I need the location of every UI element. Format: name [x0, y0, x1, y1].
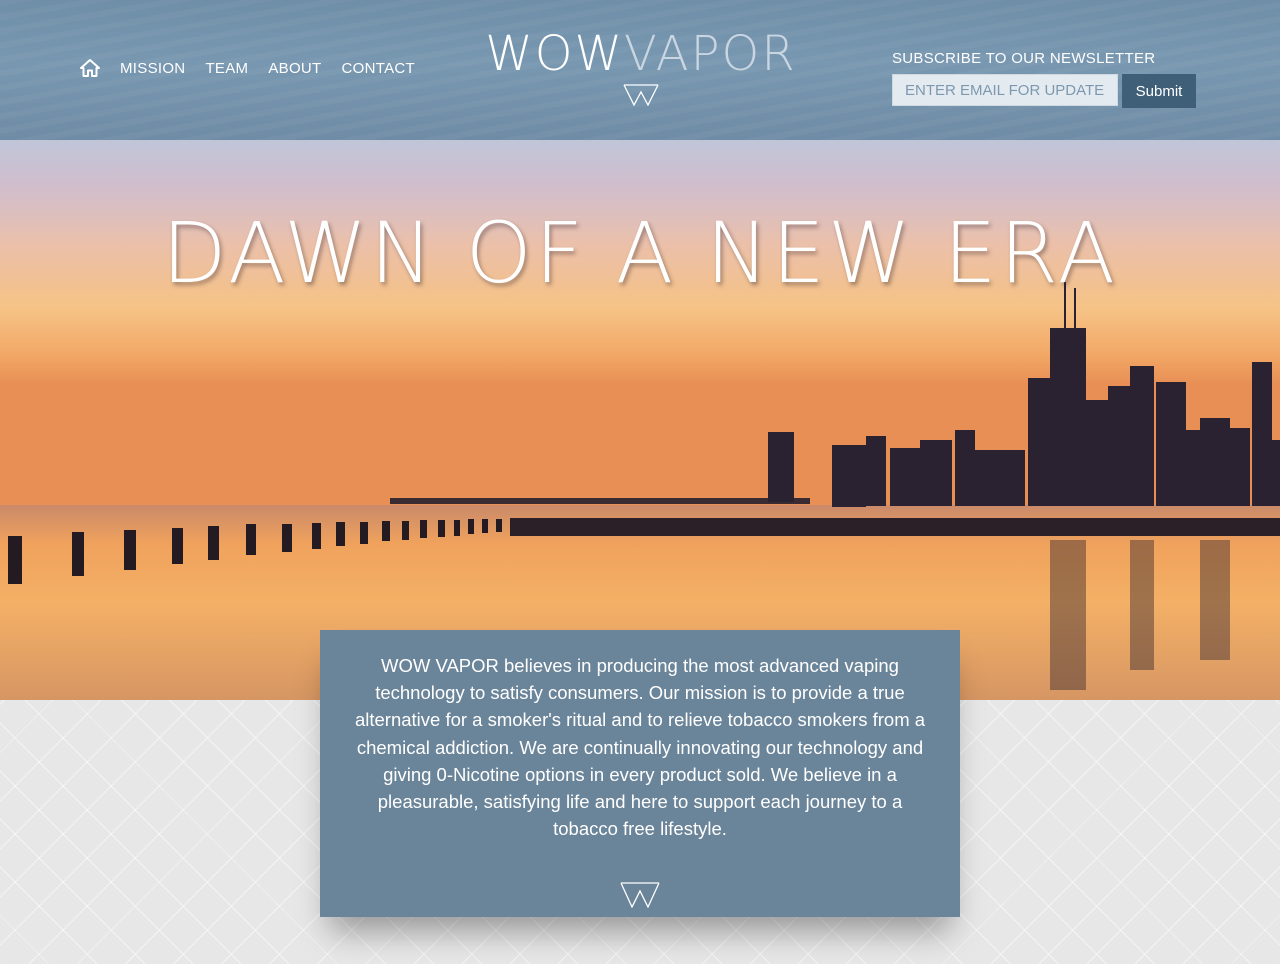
home-icon[interactable]: [80, 58, 100, 78]
nav-link-about[interactable]: ABOUT: [268, 60, 321, 77]
newsletter-submit-button[interactable]: Submit: [1122, 74, 1196, 108]
logo-word-vapor: VAPOR: [624, 26, 797, 82]
mission-statement-text: WOW VAPOR believes in producing the most…: [354, 655, 926, 840]
nav-link-mission[interactable]: MISSION: [120, 60, 185, 77]
logo-wordmark: WOWVAPOR: [470, 28, 812, 80]
main-nav: MISSION TEAM ABOUT CONTACT: [80, 58, 435, 78]
w-monogram-icon: [623, 84, 659, 106]
w-monogram-icon: [620, 882, 660, 908]
site-logo[interactable]: WOWVAPOR: [470, 28, 812, 106]
newsletter-email-input[interactable]: [892, 74, 1118, 106]
newsletter-signup: SUBSCRIBE TO OUR NEWSLETTER Submit: [892, 50, 1210, 108]
site-header: MISSION TEAM ABOUT CONTACT WOWVAPOR SUBS…: [0, 0, 1280, 140]
nav-link-team[interactable]: TEAM: [205, 60, 248, 77]
mission-statement-box: WOW VAPOR believes in producing the most…: [320, 630, 960, 917]
nav-link-contact[interactable]: CONTACT: [342, 60, 415, 77]
hero-banner: DAWN OF A NEW ERA: [0, 140, 1280, 700]
logo-word-wow: WOW: [485, 26, 624, 82]
newsletter-form: Submit: [892, 74, 1210, 108]
hero-title: DAWN OF A NEW ERA: [161, 204, 1119, 302]
newsletter-title: SUBSCRIBE TO OUR NEWSLETTER: [892, 50, 1156, 67]
